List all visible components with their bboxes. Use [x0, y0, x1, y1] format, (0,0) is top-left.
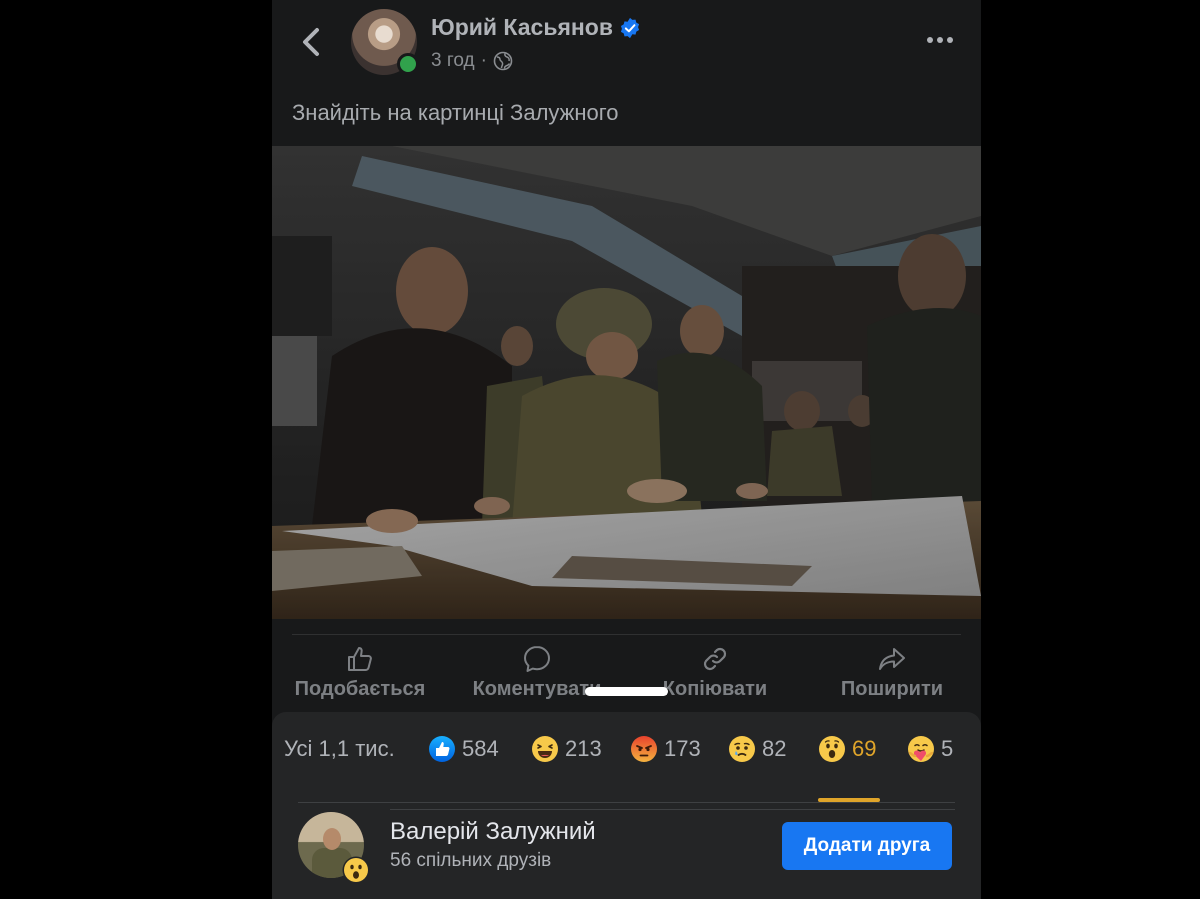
link-icon — [703, 647, 727, 671]
share-icon — [879, 648, 905, 670]
share-label: Поширити — [840, 678, 944, 700]
angry-count: 173 — [664, 736, 701, 761]
add-friend-button[interactable]: Додати друга — [782, 822, 952, 870]
post-text: Знайдіть на картинці Залужного — [292, 100, 619, 125]
author-avatar[interactable] — [351, 9, 419, 75]
comment-icon — [524, 646, 550, 672]
list-divider — [390, 809, 955, 810]
sad-reaction-icon — [729, 736, 755, 762]
angry-reaction-icon — [631, 736, 657, 762]
tab-all-label: Усі 1,1 тис. — [284, 736, 395, 761]
tab-sad-reactions[interactable]: 82 — [728, 728, 786, 770]
reactions-sheet: Усі 1,1 тис. 584 213 173 82 69 5 Валерій… — [272, 712, 981, 899]
like-count: 584 — [462, 736, 499, 761]
tab-haha-reactions[interactable]: 213 — [531, 728, 602, 770]
meta-separator: · — [480, 50, 487, 71]
tab-like-reactions[interactable]: 584 — [428, 728, 499, 770]
home-indicator[interactable] — [585, 687, 668, 696]
person-name[interactable]: Валерій Залужний — [390, 818, 596, 846]
like-reaction-icon — [429, 736, 455, 762]
reaction-list-item[interactable]: Валерій Залужний 56 спільних друзів Дода… — [272, 812, 981, 892]
like-button[interactable]: Подобається — [275, 642, 445, 701]
author-row: Юрий Касьянов — [431, 14, 641, 41]
mutual-friends: 56 спільних друзів — [390, 850, 552, 871]
wow-reaction-badge-icon — [342, 856, 370, 884]
tab-wow-reactions[interactable]: 69 — [818, 728, 876, 770]
reaction-tabs: Усі 1,1 тис. 584 213 173 82 69 5 — [272, 728, 981, 810]
tab-care-reactions[interactable]: 5 — [907, 728, 953, 770]
haha-reaction-icon — [532, 736, 558, 762]
post-meta: 3 год · — [431, 50, 513, 72]
action-bar-divider — [292, 634, 961, 635]
tab-all-reactions[interactable]: Усі 1,1 тис. — [284, 728, 395, 770]
sad-count: 82 — [762, 736, 787, 761]
like-label: Подобається — [294, 678, 426, 700]
wow-reaction-icon — [819, 736, 845, 762]
thumbs-up-icon — [348, 647, 372, 671]
tabs-divider — [298, 802, 955, 803]
wow-count: 69 — [852, 736, 877, 761]
tab-angry-reactions[interactable]: 173 — [630, 728, 701, 770]
online-status-dot — [397, 53, 419, 75]
share-button[interactable]: Поширити — [807, 642, 977, 701]
care-count: 5 — [941, 736, 954, 761]
haha-count: 213 — [565, 736, 602, 761]
verified-badge-icon — [620, 17, 640, 38]
post-photo[interactable] — [272, 146, 981, 619]
care-reaction-icon — [908, 736, 934, 762]
facebook-post-screen: Юрий Касьянов 3 год · Знайдіть на картин… — [272, 0, 981, 899]
globe-icon — [493, 51, 513, 71]
post-time[interactable]: 3 год — [431, 50, 475, 72]
more-options-icon[interactable] — [925, 30, 955, 50]
back-arrow-icon[interactable] — [298, 26, 326, 58]
author-name[interactable]: Юрий Касьянов — [431, 14, 613, 41]
